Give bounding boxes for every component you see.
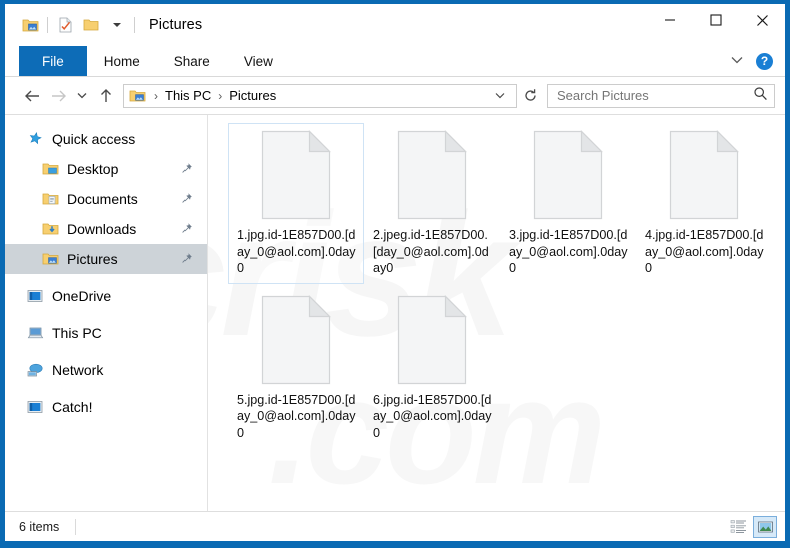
- address-bar: › This PC › Pictures: [5, 77, 785, 114]
- blank-document-icon: [668, 129, 740, 221]
- pictures-folder-icon[interactable]: [17, 13, 43, 37]
- close-button[interactable]: [739, 4, 785, 36]
- pictures-folder-icon: [42, 250, 64, 268]
- sidebar-label-this-pc: This PC: [52, 325, 102, 341]
- sidebar-label-quick-access: Quick access: [52, 131, 136, 147]
- refresh-button[interactable]: [519, 84, 541, 108]
- ribbon-controls: ?: [724, 46, 785, 76]
- toolbar-divider: [47, 17, 48, 33]
- sidebar-item-downloads[interactable]: Downloads: [5, 214, 207, 244]
- large-icons-view-button[interactable]: [753, 515, 777, 538]
- file-name: 6.jpg.id-1E857D00.[day_0@aol.com].0day0: [373, 392, 492, 440]
- file-item[interactable]: 2.jpeg.id-1E857D00.[day_0@aol.com].0day0: [364, 123, 500, 284]
- blank-document-icon: [260, 294, 332, 386]
- ribbon-tab-bar: File Home Share View ?: [5, 46, 785, 76]
- sidebar-item-onedrive[interactable]: OneDrive: [5, 281, 207, 311]
- pin-icon[interactable]: [181, 191, 193, 207]
- sidebar-label-pictures: Pictures: [67, 251, 118, 267]
- quick-access-toolbar: [5, 13, 139, 37]
- sidebar-item-network[interactable]: Network: [5, 355, 207, 385]
- breadcrumb-pictures[interactable]: Pictures: [227, 88, 278, 103]
- catch-drive-icon: [27, 398, 49, 416]
- breadcrumb-dropdown-icon[interactable]: [488, 91, 512, 100]
- file-name: 4.jpg.id-1E857D00.[day_0@aol.com].0day0: [645, 228, 764, 275]
- customize-chevron-icon[interactable]: [104, 13, 130, 37]
- back-button[interactable]: [19, 83, 45, 109]
- title-divider: [134, 17, 135, 33]
- pin-icon[interactable]: [181, 251, 193, 267]
- file-name: 2.jpeg.id-1E857D00.[day_0@aol.com].0day0: [373, 228, 489, 275]
- blank-document-icon: [396, 294, 468, 386]
- view-mode-buttons: [726, 515, 777, 538]
- pin-icon[interactable]: [181, 221, 193, 237]
- sidebar-label-documents: Documents: [67, 191, 138, 207]
- blank-document-icon: [396, 129, 468, 221]
- details-view-button[interactable]: [726, 516, 750, 538]
- window-title: Pictures: [149, 17, 203, 33]
- star-icon: [27, 130, 49, 148]
- pin-icon[interactable]: [181, 161, 193, 177]
- up-button[interactable]: [93, 83, 119, 109]
- item-count-label: 6 items: [19, 519, 60, 534]
- sidebar-label-desktop: Desktop: [67, 161, 119, 177]
- sidebar-item-desktop[interactable]: Desktop: [5, 154, 207, 184]
- breadcrumb-separator-0[interactable]: ›: [149, 89, 163, 103]
- sidebar-item-catch[interactable]: Catch!: [5, 392, 207, 422]
- recent-locations-button[interactable]: [71, 83, 93, 109]
- status-bar: 6 items: [5, 511, 785, 541]
- breadcrumb-separator-1[interactable]: ›: [213, 89, 227, 103]
- file-list-pane[interactable]: pcrisk .com 1.jpg.id-1E857D00.[day_0@aol…: [208, 115, 785, 511]
- file-name: 5.jpg.id-1E857D00.[day_0@aol.com].0day0: [237, 392, 356, 440]
- title-bar: Pictures: [5, 4, 785, 46]
- sidebar-item-this-pc[interactable]: This PC: [5, 318, 207, 348]
- breadcrumb-pictures-folder-icon: [129, 89, 149, 103]
- sidebar-label-network: Network: [52, 362, 104, 378]
- window-controls: [647, 4, 785, 46]
- file-name: 3.jpg.id-1E857D00.[day_0@aol.com].0day0: [509, 228, 628, 275]
- sidebar-label-catch: Catch!: [52, 399, 93, 415]
- documents-folder-icon: [42, 190, 64, 208]
- search-icon[interactable]: [753, 86, 768, 106]
- file-name: 1.jpg.id-1E857D00.[day_0@aol.com].0day0: [237, 228, 356, 275]
- file-item[interactable]: 1.jpg.id-1E857D00.[day_0@aol.com].0day0: [228, 123, 364, 284]
- sidebar-label-onedrive: OneDrive: [52, 288, 112, 304]
- properties-icon[interactable]: [52, 13, 78, 37]
- file-grid: 1.jpg.id-1E857D00.[day_0@aol.com].0day0 …: [208, 115, 785, 452]
- onedrive-icon: [27, 287, 49, 305]
- sidebar-item-quick-access[interactable]: Quick access: [5, 124, 207, 154]
- breadcrumb-this-pc[interactable]: This PC: [163, 88, 213, 103]
- breadcrumb[interactable]: › This PC › Pictures: [123, 83, 517, 108]
- network-icon: [27, 361, 49, 379]
- search-input[interactable]: [557, 88, 753, 103]
- forward-button[interactable]: [45, 83, 71, 109]
- minimize-button[interactable]: [647, 4, 693, 36]
- sidebar-label-downloads: Downloads: [67, 221, 137, 237]
- help-icon[interactable]: ?: [756, 52, 773, 70]
- navigation-pane: Quick access Desktop Documents Downloads…: [5, 115, 208, 511]
- tab-file[interactable]: File: [19, 46, 87, 76]
- status-divider: [75, 518, 77, 535]
- maximize-button[interactable]: [693, 4, 739, 36]
- sidebar-item-documents[interactable]: Documents: [5, 184, 207, 214]
- new-folder-icon[interactable]: [78, 13, 104, 37]
- blank-document-icon: [260, 129, 332, 221]
- search-box[interactable]: [547, 83, 775, 108]
- file-item[interactable]: 3.jpg.id-1E857D00.[day_0@aol.com].0day0: [500, 123, 636, 284]
- blank-document-icon: [532, 129, 604, 221]
- file-item[interactable]: 6.jpg.id-1E857D00.[day_0@aol.com].0day0: [364, 288, 500, 449]
- tab-share[interactable]: Share: [157, 46, 227, 76]
- tab-view[interactable]: View: [227, 46, 290, 76]
- tab-home[interactable]: Home: [87, 46, 157, 76]
- desktop-folder-icon: [42, 160, 64, 178]
- sidebar-item-pictures[interactable]: Pictures: [5, 244, 207, 274]
- downloads-folder-icon: [42, 220, 64, 238]
- explorer-body: Quick access Desktop Documents Downloads…: [5, 114, 785, 511]
- file-explorer-window: Pictures File Home Share View ? › This P…: [0, 0, 790, 548]
- file-item[interactable]: 5.jpg.id-1E857D00.[day_0@aol.com].0day0: [228, 288, 364, 449]
- this-pc-icon: [27, 324, 49, 342]
- file-item[interactable]: 4.jpg.id-1E857D00.[day_0@aol.com].0day0: [636, 123, 772, 284]
- chevron-down-icon[interactable]: [724, 52, 750, 70]
